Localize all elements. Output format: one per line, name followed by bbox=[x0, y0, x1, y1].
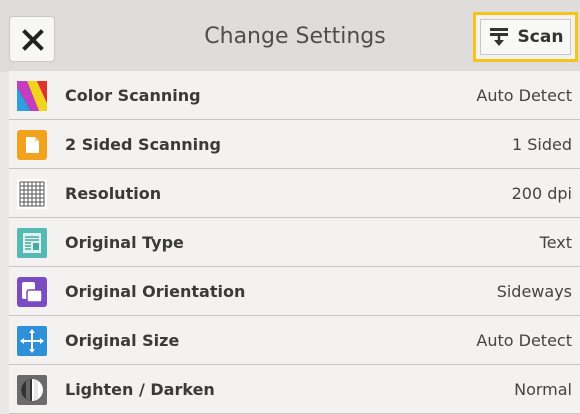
setting-value: Sideways bbox=[496, 282, 572, 301]
setting-row-color-scanning[interactable]: Color Scanning Auto Detect bbox=[9, 71, 580, 120]
setting-row-original-orientation[interactable]: Original Orientation Sideways bbox=[9, 267, 580, 316]
scan-label: Scan bbox=[517, 27, 564, 47]
setting-label: Original Type bbox=[65, 233, 184, 252]
setting-row-lighten-darken[interactable]: Lighten / Darken Normal bbox=[9, 365, 580, 414]
setting-value: 200 dpi bbox=[511, 184, 572, 203]
original-type-icon bbox=[17, 228, 47, 258]
setting-value: Auto Detect bbox=[476, 331, 572, 350]
setting-row-2-sided-scanning[interactable]: 2 Sided Scanning 1 Sided bbox=[9, 120, 580, 169]
resolution-icon bbox=[17, 179, 47, 209]
close-icon bbox=[22, 29, 44, 51]
header-bar: Change Settings Scan bbox=[0, 0, 580, 72]
lighten-darken-icon bbox=[17, 375, 47, 405]
settings-list: Color Scanning Auto Detect 2 Sided Scann… bbox=[9, 71, 580, 414]
original-size-icon bbox=[17, 326, 47, 356]
setting-label: Color Scanning bbox=[65, 86, 201, 105]
two-sided-icon bbox=[17, 130, 47, 160]
setting-label: 2 Sided Scanning bbox=[65, 135, 221, 154]
setting-label: Original Size bbox=[65, 331, 180, 350]
setting-label: Resolution bbox=[65, 184, 162, 203]
orientation-icon bbox=[17, 277, 47, 307]
setting-row-original-size[interactable]: Original Size Auto Detect bbox=[9, 316, 580, 365]
setting-label: Original Orientation bbox=[65, 282, 246, 301]
setting-value: Normal bbox=[514, 380, 572, 399]
page-title: Change Settings bbox=[204, 24, 386, 49]
scan-button[interactable]: Scan bbox=[473, 12, 578, 62]
scan-icon bbox=[489, 28, 508, 46]
close-button[interactable] bbox=[9, 16, 55, 62]
setting-row-original-type[interactable]: Original Type Text bbox=[9, 218, 580, 267]
setting-value: Text bbox=[539, 233, 572, 252]
setting-value: Auto Detect bbox=[476, 86, 572, 105]
setting-label: Lighten / Darken bbox=[65, 380, 215, 399]
color-scanning-icon bbox=[17, 81, 47, 111]
setting-row-resolution[interactable]: Resolution 200 dpi bbox=[9, 169, 580, 218]
setting-value: 1 Sided bbox=[511, 135, 572, 154]
